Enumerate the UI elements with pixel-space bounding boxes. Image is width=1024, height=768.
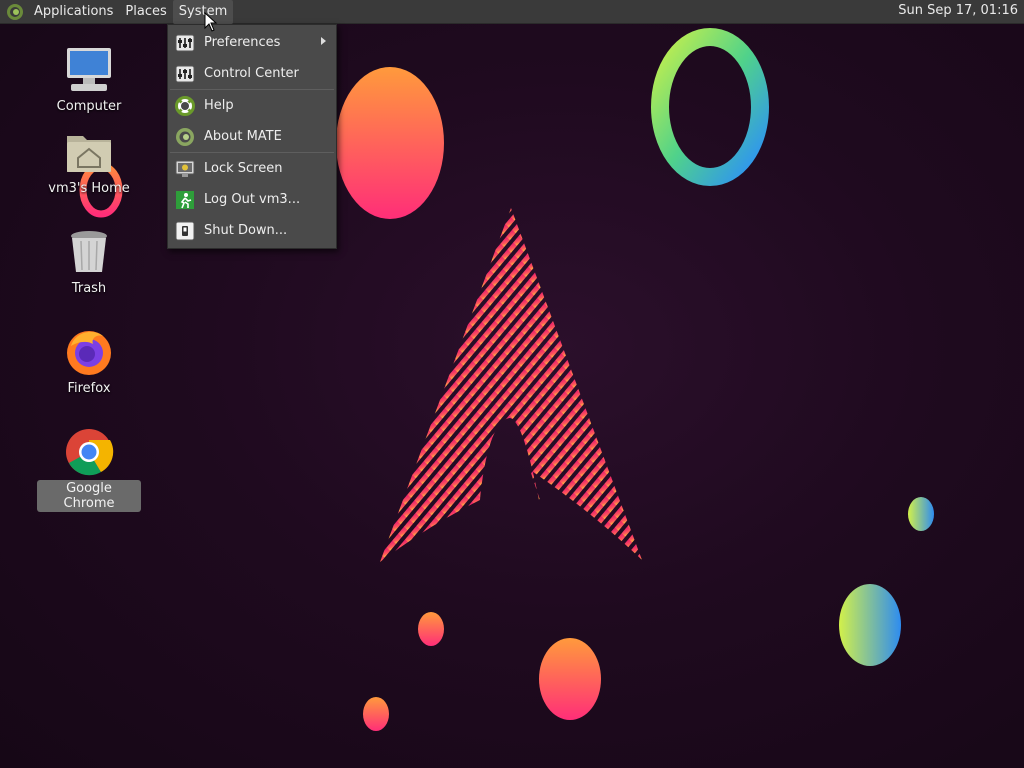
menu-item-preferences[interactable]: Preferences (168, 27, 336, 58)
preferences-icon (175, 34, 195, 51)
gradient-ring (651, 28, 769, 186)
system-dropdown-menu: Preferences Control Center Help About MA… (167, 24, 337, 249)
menu-item-label: Preferences (204, 35, 281, 50)
orange-oval (336, 67, 444, 219)
desktop-icon-label: Computer (56, 99, 122, 114)
menu-item-label: Shut Down... (204, 223, 288, 238)
home-folder-icon (67, 136, 111, 172)
menu-item-shut-down[interactable]: Shut Down... (168, 215, 336, 246)
shutdown-icon (175, 221, 195, 240)
menu-item-label: Control Center (204, 66, 299, 81)
desktop-icon-chrome[interactable]: Google Chrome (37, 426, 141, 512)
desktop-icon-computer[interactable]: Computer (37, 44, 141, 115)
desktop-icon-label: Google Chrome (37, 480, 141, 512)
logout-exit-icon (176, 190, 194, 209)
places-menu[interactable]: Places (119, 0, 172, 24)
desktop-icon-home[interactable]: vm3's Home (37, 126, 141, 197)
mouse-pointer-icon (204, 12, 218, 32)
menu-item-label: Help (204, 98, 234, 113)
mate-logo-icon[interactable] (6, 3, 24, 21)
control-center-icon (175, 65, 195, 82)
lock-screen-icon (175, 160, 195, 177)
orange-dot-1 (418, 612, 444, 646)
applications-menu[interactable]: Applications (28, 0, 119, 24)
menu-item-control-center[interactable]: Control Center (168, 58, 336, 89)
menu-item-label: Log Out vm3... (204, 192, 301, 207)
desktop-icon-label: Trash (71, 281, 107, 296)
help-lifebuoy-icon (175, 95, 195, 116)
chrome-icon (66, 429, 114, 476)
clock[interactable]: Sun Sep 17, 01:16 (898, 3, 1018, 18)
trash-icon (71, 231, 107, 272)
menu-item-help[interactable]: Help (168, 90, 336, 121)
arch-logo-art (380, 208, 642, 562)
menu-item-about-mate[interactable]: About MATE (168, 121, 336, 152)
top-panel: Applications Places System Sun Sep 17, 0… (0, 0, 1024, 24)
menu-item-lock-screen[interactable]: Lock Screen (168, 153, 336, 184)
desktop-wallpaper (79, 28, 934, 731)
blue-green-dot-small (908, 497, 934, 531)
firefox-icon (67, 331, 111, 375)
menu-item-label: About MATE (204, 129, 282, 144)
submenu-arrow-icon (321, 37, 326, 45)
orange-dot-2 (539, 638, 601, 720)
computer-icon (67, 48, 111, 91)
mate-logo-icon (176, 127, 194, 146)
desktop-icon-trash[interactable]: Trash (37, 226, 141, 297)
menu-item-log-out[interactable]: Log Out vm3... (168, 184, 336, 215)
orange-dot-3 (363, 697, 389, 731)
system-menu[interactable]: System (172, 0, 234, 24)
desktop-icon-label: vm3's Home (48, 181, 130, 196)
desktop-icon-firefox[interactable]: Firefox (37, 326, 141, 397)
desktop-icon-label: Firefox (67, 381, 111, 396)
blue-green-dot-large (839, 584, 901, 666)
menu-item-label: Lock Screen (204, 161, 283, 176)
